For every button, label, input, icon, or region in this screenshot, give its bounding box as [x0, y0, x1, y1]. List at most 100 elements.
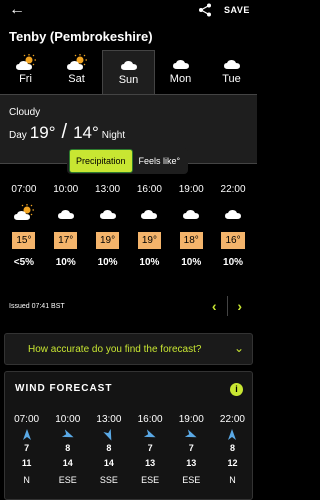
hour-time: 13:00	[95, 184, 121, 195]
issued-time: Issued 07:41 BST	[9, 303, 65, 310]
day-label: Mon	[169, 73, 192, 85]
hour-time: 19:00	[178, 184, 204, 195]
wind-direction-arrow-icon	[47, 428, 88, 442]
wind-direction: SSE	[99, 475, 118, 485]
sun-cloud-icon	[0, 54, 51, 72]
cloud-icon	[206, 54, 257, 72]
wind-speed: 8	[229, 443, 235, 453]
chevron-left-icon[interactable]: ‹	[202, 296, 227, 316]
wind-gust: 13	[186, 458, 197, 468]
condition-text: Cloudy	[9, 107, 41, 118]
wind-gust: 13	[145, 458, 156, 468]
tab-day[interactable]: Sat	[51, 50, 102, 94]
wind-speed: 7	[188, 443, 194, 453]
hour-column: 22:00 16° 10%	[212, 184, 254, 268]
cloud-icon	[45, 200, 87, 226]
chevron-down-icon: ⌄	[234, 341, 245, 355]
wind-direction: ESE	[182, 475, 201, 485]
metric-toggle: Precipitation Feels like°	[67, 148, 189, 174]
wind-column: 19:00 7 13 ESE	[171, 414, 212, 485]
wind-direction: N	[229, 475, 236, 485]
hour-temp: 15°	[12, 232, 36, 249]
chevron-right-icon[interactable]: ›	[228, 296, 253, 316]
accuracy-prompt: How accurate do you find the forecast?	[28, 344, 202, 355]
wind-hours: 07:00 7 11 N 10:00 8 14 ESE 13:00 8 14 SSE 16:00 7 13 E…	[5, 414, 254, 485]
wind-time: 07:00	[14, 414, 40, 425]
hour-precip: 10%	[55, 257, 76, 268]
hour-temp: 17°	[54, 232, 78, 249]
day-tabs: Fri Sat Sun Mon Tue	[0, 50, 257, 94]
hour-time: 16:00	[136, 184, 162, 195]
wind-speed: 8	[106, 443, 112, 453]
tab-day[interactable]: Fri	[0, 50, 51, 94]
wind-direction-arrow-icon	[171, 428, 212, 442]
day-temp: 19°	[29, 123, 56, 142]
hour-time: 22:00	[220, 184, 246, 195]
wind-direction-arrow-icon	[88, 428, 129, 442]
hour-precip: 10%	[139, 257, 160, 268]
top-bar: ← SAVE	[0, 0, 257, 22]
wind-direction-arrow-icon	[6, 428, 47, 442]
location-title: Tenby (Pembrokeshire)	[9, 29, 153, 44]
wind-column: 13:00 8 14 SSE	[88, 414, 129, 485]
night-label: Night	[101, 130, 126, 141]
hour-precip: 10%	[223, 257, 244, 268]
wind-direction-arrow-icon	[130, 428, 171, 442]
hour-column: 13:00 19° 10%	[87, 184, 129, 268]
hour-precip: <5%	[13, 257, 35, 268]
wind-direction-arrow-icon	[212, 428, 253, 442]
wind-gust: 14	[62, 458, 73, 468]
day-label: Day	[9, 130, 27, 141]
wind-direction: N	[23, 475, 30, 485]
hourly-forecast: 07:00 15° <5% 10:00 17° 10% 13:00 19° 10% 16:00 19…	[0, 184, 257, 268]
cloud-icon	[155, 54, 206, 72]
hour-column: 16:00 19° 10%	[128, 184, 170, 268]
wind-gust: 12	[227, 458, 238, 468]
wind-column: 10:00 8 14 ESE	[47, 414, 88, 485]
wind-time: 13:00	[96, 414, 122, 425]
wind-direction: ESE	[141, 475, 160, 485]
accuracy-feedback[interactable]: How accurate do you find the forecast? ⌄	[4, 333, 253, 365]
day-label: Sun	[118, 74, 139, 86]
tab-day[interactable]: Mon	[155, 50, 206, 94]
hour-time: 07:00	[11, 184, 37, 195]
night-temp: 14°	[73, 123, 99, 142]
day-label: Sat	[68, 73, 85, 85]
sun-cloud-icon	[51, 54, 102, 72]
cloud-icon	[170, 200, 212, 226]
hour-temp: 16°	[221, 232, 245, 249]
hour-precip: 10%	[97, 257, 118, 268]
hour-time: 10:00	[53, 184, 79, 195]
hour-nav: ‹ ›	[202, 296, 252, 316]
wind-time: 10:00	[55, 414, 81, 425]
wind-gust: 11	[21, 458, 32, 468]
day-night-temps: Day 19° / 14° Night	[9, 121, 125, 144]
hour-precip: 10%	[181, 257, 202, 268]
precipitation-toggle[interactable]: Precipitation	[69, 149, 133, 173]
wind-column: 16:00 7 13 ESE	[130, 414, 171, 485]
wind-title: WIND FORECAST	[15, 383, 113, 394]
share-icon[interactable]	[198, 3, 212, 17]
wind-direction: ESE	[58, 475, 77, 485]
day-label: Tue	[222, 73, 241, 85]
sun-cloud-icon	[3, 200, 45, 226]
hour-column: 19:00 18° 10%	[170, 184, 212, 268]
back-arrow-icon[interactable]: ←	[9, 2, 25, 18]
tab-day[interactable]: Sun	[102, 50, 155, 94]
temp-divider: /	[61, 121, 68, 143]
feels-like-toggle[interactable]: Feels like°	[133, 150, 187, 172]
day-label: Fri	[19, 73, 32, 85]
wind-forecast-panel: WIND FORECAST i 07:00 7 11 N 10:00 8 14 ESE 13:0…	[4, 371, 253, 500]
info-icon[interactable]: i	[230, 383, 243, 396]
wind-speed: 7	[147, 443, 153, 453]
wind-speed: 7	[24, 443, 30, 453]
hour-column: 10:00 17° 10%	[45, 184, 87, 268]
hour-column: 07:00 15° <5%	[3, 184, 45, 268]
save-button[interactable]: SAVE	[224, 5, 250, 15]
wind-time: 19:00	[178, 414, 204, 425]
wind-gust: 14	[103, 458, 114, 468]
tab-day[interactable]: Tue	[206, 50, 257, 94]
hour-temp: 19°	[96, 232, 120, 249]
wind-column: 07:00 7 11 N	[6, 414, 47, 485]
cloud-icon	[87, 200, 129, 226]
